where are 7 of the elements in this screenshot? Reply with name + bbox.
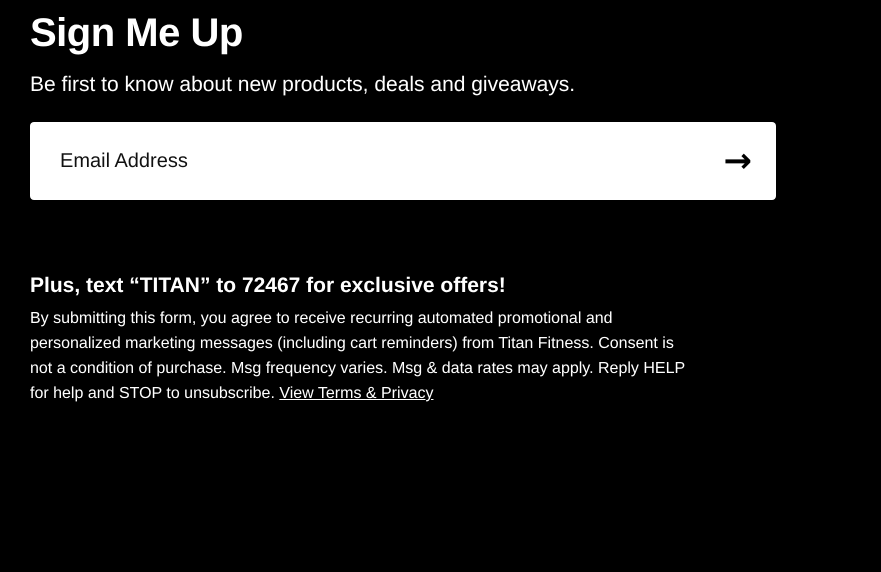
signup-title: Sign Me Up: [30, 10, 244, 57]
email-field[interactable]: Email Address →: [30, 122, 776, 200]
disclaimer-text: By submitting this form, you agree to receive recurring automated promotional and personalized marketing messages (including cart reminders) from Titan Fitness. Consent is not a condition of purchase. Msg frequency varies. Msg & data rates may apply. Reply HELP for help and STOP to unsubscribe. View Terms & Privacy: [30, 309, 686, 404]
submit-arrow-button[interactable]: →: [720, 144, 756, 178]
signup-subtitle: Be first to know about new products, deals and giveaways.: [30, 72, 576, 98]
sms-offer-heading: Plus, text “TITAN” to 72467 for exclusive offers!: [30, 273, 507, 299]
terms-privacy-link[interactable]: View Terms & Privacy: [279, 385, 434, 402]
